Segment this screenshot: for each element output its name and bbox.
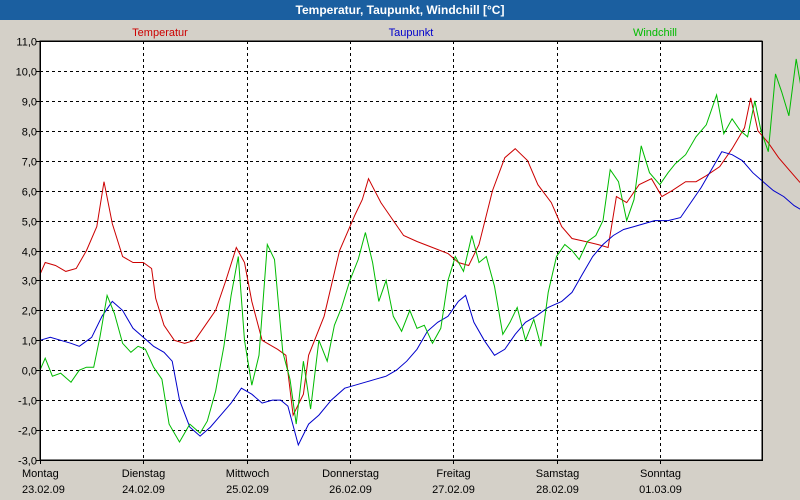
y-tick-label: 11,0 <box>16 37 37 49</box>
x-tick-label-day: Mittwoch <box>226 468 269 480</box>
x-tick-label-date: 01.03.09 <box>639 484 682 496</box>
chart-svg: -3,0 -2,0 -1,0 0,0 1,0 2,0 3,0 4,0 5,0 6,0 7,0 8,0 9… <box>16 27 800 496</box>
y-tick-label: 6,0 <box>22 187 37 199</box>
x-tick-label-date: 26.02.09 <box>329 484 372 496</box>
x-tick-label-day: Dienstag <box>122 468 165 480</box>
chart-window: Temperatur, Taupunkt, Windchill [°C] -3,… <box>0 0 800 500</box>
x-tick-label-day: Sonntag <box>640 468 681 480</box>
y-tick-label: -2,0 <box>18 426 37 438</box>
legend-temperatur: Temperatur <box>132 27 188 39</box>
x-tick-label-date: 27.02.09 <box>432 484 475 496</box>
y-tick-label: 3,0 <box>22 276 37 288</box>
x-tick-label-date: 25.02.09 <box>226 484 269 496</box>
y-tick-label: 8,0 <box>22 127 37 139</box>
y-tick-label: 5,0 <box>22 217 37 229</box>
x-tick-label-day: Freitag <box>436 468 470 480</box>
y-tick-label: 10,0 <box>16 67 37 79</box>
plot-area <box>39 40 763 461</box>
y-tick-label: 4,0 <box>22 247 37 259</box>
window-title: Temperatur, Taupunkt, Windchill [°C] <box>0 0 800 20</box>
y-tick-label: -3,0 <box>18 456 37 468</box>
y-tick-label: 9,0 <box>22 97 37 109</box>
x-tick-label-day: Samstag <box>536 468 579 480</box>
x-tick-label-day: Donnerstag <box>322 468 379 480</box>
x-tick-label-date: 28.02.09 <box>536 484 579 496</box>
legend-taupunkt: Taupunkt <box>389 27 434 39</box>
y-tick-label: 1,0 <box>22 336 37 348</box>
y-tick-label: 0,0 <box>22 366 37 378</box>
x-tick-label-date: 23.02.09 <box>22 484 65 496</box>
legend-windchill: Windchill <box>633 27 677 39</box>
y-tick-label: 7,0 <box>22 157 37 169</box>
x-tick-label-day: Montag <box>22 468 59 480</box>
y-tick-label: -1,0 <box>18 396 37 408</box>
y-tick-label: 2,0 <box>22 306 37 318</box>
x-tick-label-date: 24.02.09 <box>122 484 165 496</box>
